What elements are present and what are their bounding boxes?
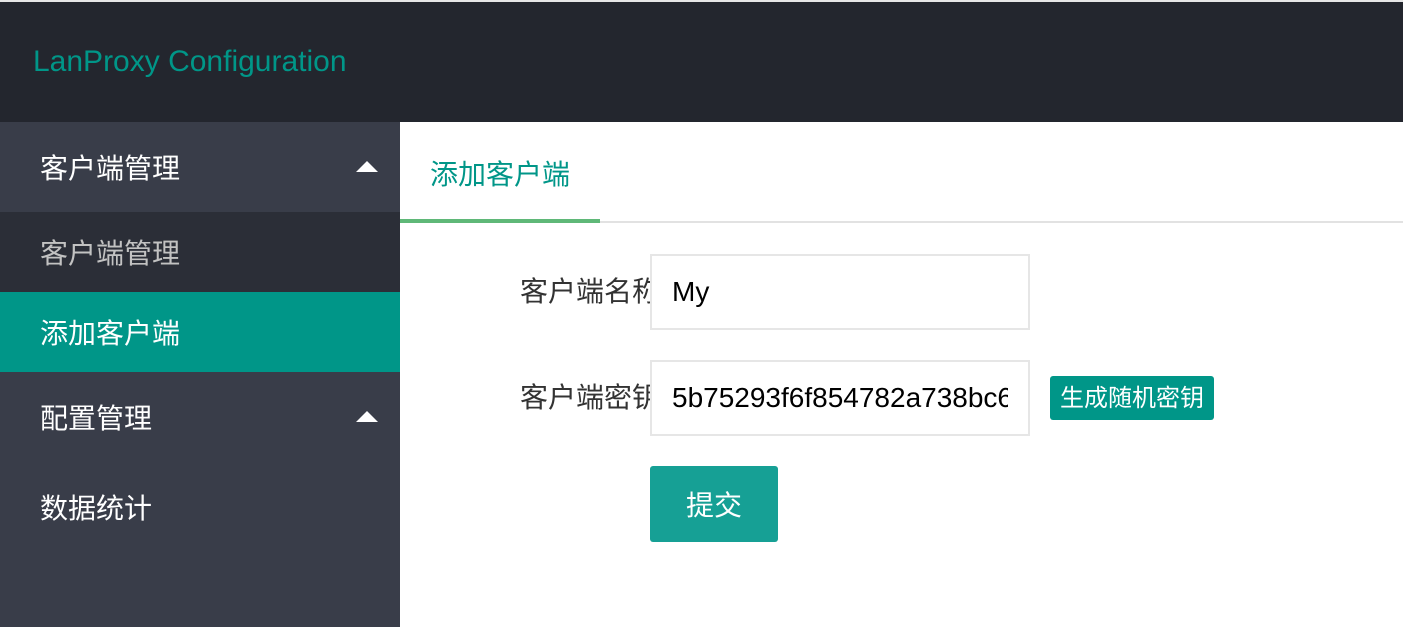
sidebar-group-label: 数据统计: [40, 492, 153, 525]
tab-label: 添加客户端: [429, 157, 570, 191]
tab-bar: 添加客户端: [400, 122, 1403, 223]
sidebar-group-config-management[interactable]: 配置管理: [0, 372, 400, 462]
sidebar-item-label: 客户端管理: [40, 237, 181, 270]
sidebar-item-add-client[interactable]: 添加客户端: [0, 292, 400, 372]
sidebar-group-client-management[interactable]: 客户端管理: [0, 122, 400, 212]
app-title[interactable]: LanProxy Configuration: [33, 44, 347, 80]
client-key-label: 客户端密钥: [519, 381, 660, 414]
sidebar-group-label: 客户端管理: [40, 152, 181, 185]
tab-active-indicator: [400, 219, 600, 223]
client-name-input[interactable]: [650, 254, 1030, 330]
client-name-label: 客户端名称: [519, 275, 660, 308]
main-content: 添加客户端 客户端名称 客户端密钥 生成随机密钥 提交: [400, 122, 1403, 627]
client-key-input[interactable]: [650, 360, 1030, 436]
sidebar-item-client-management[interactable]: 客户端管理: [0, 212, 400, 292]
submit-button[interactable]: 提交: [650, 466, 778, 542]
sidebar-item-label: 添加客户端: [40, 317, 181, 350]
sidebar-group-statistics[interactable]: 数据统计: [0, 462, 400, 552]
generate-random-key-button[interactable]: 生成随机密钥: [1050, 376, 1214, 420]
sidebar: 客户端管理 客户端管理 添加客户端 配置管理 数据统计: [0, 122, 400, 627]
tab-add-client[interactable]: 添加客户端: [400, 122, 600, 223]
sidebar-group-label: 配置管理: [40, 402, 153, 435]
caret-up-icon: [356, 161, 378, 172]
caret-up-icon: [356, 411, 378, 422]
app-header: LanProxy Configuration: [0, 0, 1403, 122]
